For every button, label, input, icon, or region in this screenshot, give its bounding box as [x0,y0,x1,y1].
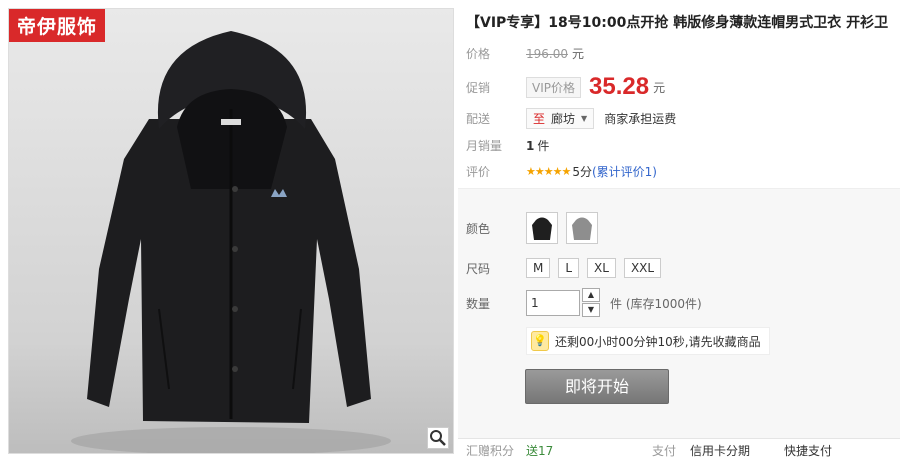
color-label: 颜色 [466,221,491,236]
countdown-notice: 💡 还剩00小时00分钟10秒,请先收藏商品 [526,327,770,355]
rating-score: 5分 [572,165,592,179]
product-title: 【VIP专享】18号10:00点开抢 韩版修身薄款连帽男式卫衣 开衫卫 [466,15,889,31]
promo-unit: 元 [653,80,666,95]
points-value: 送17 [526,444,554,458]
magnifier-icon [430,430,446,446]
start-button[interactable]: 即将开始 [525,369,669,404]
points-label: 汇赠积分 [466,444,515,458]
star-rating-icon: ★★★★★ [526,165,571,178]
size-option-xl[interactable]: XL [587,258,616,278]
price-row: 价格 196.00 元 [466,45,584,62]
shipping-label: 配送 [466,112,491,126]
original-price: 196.00 [526,46,568,61]
bottom-bar: 汇赠积分 送17 支付 信用卡分期 快捷支付 [458,438,900,459]
size-row: 尺码 M L XL XXL [466,258,669,278]
shipping-note: 商家承担运费 [604,112,677,126]
promo-row: 促销 VIP价格 35.28 元 [466,73,665,101]
brand-logo: 帝伊服饰 [9,9,106,42]
black-hoodie-thumbnail [532,217,552,240]
vip-price-tag: VIP价格 [526,76,581,98]
quantity-label: 数量 [466,296,491,311]
rating-row: 评价 ★★★★★ 5分(累计评价1) [466,163,657,180]
review-summary[interactable]: 5分(累计评价1) [572,163,657,180]
sales-row: 月销量 1 件 [466,137,549,154]
increment-icon[interactable]: ▲ [582,288,600,302]
location-value: 廊坊 [551,112,576,126]
review-close: ) [652,165,657,179]
installment-option[interactable]: 信用卡分期 [690,442,750,459]
promo-label: 促销 [466,80,491,95]
color-swatch-grey[interactable] [566,212,598,244]
stock-text: 件 (库存1000件) [610,296,702,311]
review-link-text[interactable]: (累计评价 [592,165,645,179]
product-image[interactable]: 帝伊服饰 [8,8,454,454]
size-label: 尺码 [466,261,491,276]
size-option-l[interactable]: L [558,258,580,278]
quick-pay-option[interactable]: 快捷支付 [784,442,832,459]
promo-price: 35.28 [589,73,650,100]
notice-box: 💡 还剩00小时00分钟10秒,请先收藏商品 [526,327,770,355]
sales-count: 1 [526,138,535,153]
location-select[interactable]: 至 廊坊 ▼ [526,108,595,129]
size-option-xxl[interactable]: XXL [623,258,662,278]
size-option-m[interactable]: M [526,258,551,278]
sales-unit: 件 [537,139,550,153]
decrement-icon[interactable]: ▼ [582,303,600,317]
quantity-stepper[interactable]: ▲ ▼ [582,288,600,318]
rating-label: 评价 [466,165,491,179]
color-row: 颜色 [466,212,606,244]
chevron-down-icon: ▼ [581,114,588,123]
pay-label: 支付 [652,444,677,458]
zoom-button[interactable] [427,427,449,449]
quantity-row: 数量 1 ▲ ▼ 件 (库存1000件) [466,288,702,318]
lightbulb-icon: 💡 [531,331,549,351]
color-swatch-black[interactable] [526,212,558,244]
hoodie-illustration [71,31,391,453]
sales-label: 月销量 [466,139,503,153]
quantity-input[interactable]: 1 [526,290,580,316]
countdown-text: 还剩00小时00分钟10秒,请先收藏商品 [555,334,761,349]
shipping-row: 配送 至 廊坊 ▼ 商家承担运费 [466,108,676,129]
grey-hoodie-thumbnail [572,217,592,240]
price-unit: 元 [572,47,585,61]
location-prefix: 至 [533,112,546,126]
price-label: 价格 [466,47,491,61]
